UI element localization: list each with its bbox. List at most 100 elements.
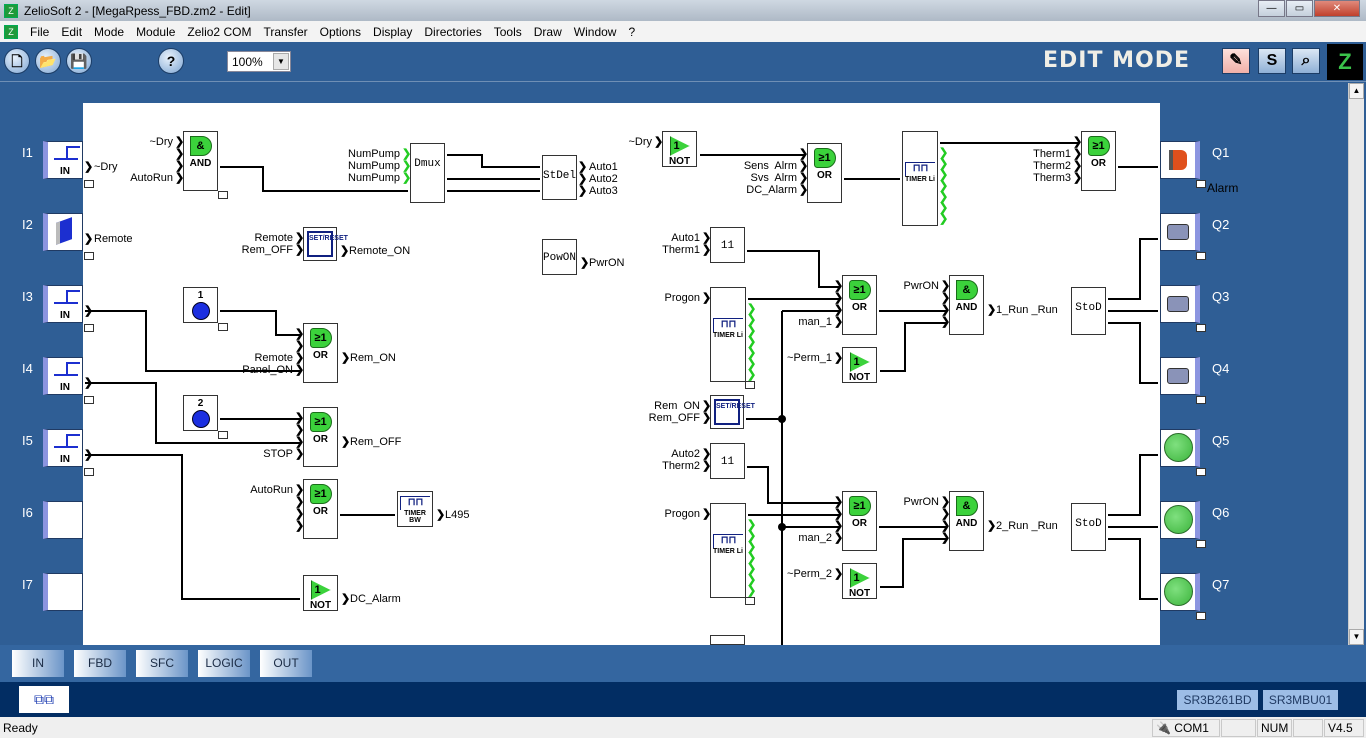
block-label: PowON <box>543 252 577 264</box>
block-number: 2 <box>197 398 204 409</box>
block-stod[interactable]: StoD <box>1071 287 1106 335</box>
input-label: AutoRun <box>250 484 293 496</box>
comment-icon[interactable] <box>218 191 228 199</box>
wire[interactable] <box>880 538 947 588</box>
input-pin-icon: ❯ <box>834 352 844 364</box>
output-pin-icon: ❯ <box>436 509 446 521</box>
output-pin-icon: ❯ <box>747 585 757 597</box>
block-type: TIMER Li <box>713 332 743 339</box>
block-not[interactable]: 1 NOT <box>303 575 338 611</box>
wire[interactable] <box>85 454 300 600</box>
output-label: L495 <box>445 509 470 521</box>
input-pin-icon: ❯ <box>702 508 712 520</box>
block-timer-bw[interactable]: ⊓⊓ TIMER BW <box>397 491 433 527</box>
block-timer-li[interactable]: ⊓⊓ TIMER Li <box>902 131 938 226</box>
input-pin-icon: ❯ <box>295 352 305 364</box>
input-pin-icon: ❯ <box>402 160 412 172</box>
block-stod[interactable]: StoD <box>1071 503 1106 551</box>
block-2[interactable]: 2 <box>183 395 218 431</box>
block-powon[interactable]: PowON <box>542 239 577 275</box>
output-pin-icon: ❯ <box>578 185 588 197</box>
output-pin-icon: ❯ <box>341 593 351 605</box>
gate-or-icon: ≥1 <box>309 328 332 348</box>
com-port-pane: 🔌 COM1 <box>1152 719 1220 737</box>
wire[interactable] <box>1108 238 1158 300</box>
block-and[interactable]: & AND <box>183 131 218 191</box>
block-or[interactable]: ≥1 OR <box>303 323 338 383</box>
input-pin-icon: ❯ <box>834 532 844 544</box>
block-label: Dmux <box>414 158 441 170</box>
wire[interactable] <box>447 154 540 168</box>
block-dmux[interactable]: Dmux <box>410 143 445 203</box>
tab-fbd[interactable]: FBD <box>74 650 126 677</box>
input-label: Therm2 <box>1033 160 1071 172</box>
wire[interactable] <box>220 310 300 336</box>
block-and[interactable]: & AND <box>949 491 984 551</box>
input-pin-icon: ❯ <box>834 496 844 508</box>
block-timer-li[interactable]: ⊓⊓ TIMER Li <box>710 503 746 598</box>
block-or[interactable]: ≥1 OR <box>1081 131 1116 191</box>
block-stdel[interactable]: StDel <box>542 155 577 200</box>
block-1[interactable]: 1 <box>183 287 218 323</box>
input-pin-icon: ❯ <box>941 304 951 316</box>
block-not[interactable]: 1 NOT <box>842 347 877 383</box>
tab-out[interactable]: OUT <box>260 650 312 677</box>
input-pin-icon: ❯ <box>702 412 712 424</box>
block-set-reset[interactable]: SET/RESET <box>303 227 348 261</box>
block-set-reset[interactable]: SET/RESET <box>710 395 755 429</box>
output-label: 1_Run _Run <box>996 304 1058 316</box>
input-label: PwrON <box>903 496 939 508</box>
comment-icon[interactable] <box>745 597 755 605</box>
output-pin-icon: ❯ <box>341 436 351 448</box>
input-pin-icon: ❯ <box>834 280 844 292</box>
output-label: 2_Run _Run <box>996 520 1058 532</box>
block-11[interactable]: 11 <box>710 443 745 479</box>
empty-pane <box>1221 719 1256 737</box>
comment-icon[interactable] <box>218 323 228 331</box>
input-pin-icon: ❯ <box>295 436 305 448</box>
block-type: OR <box>852 518 867 529</box>
input-label: Therm1 <box>1033 148 1071 160</box>
tab-sfc[interactable]: SFC <box>136 650 188 677</box>
block-not[interactable]: 1 NOT <box>842 563 877 599</box>
wire[interactable] <box>747 466 840 504</box>
tab-logic[interactable]: LOGIC <box>198 650 250 677</box>
wire[interactable] <box>880 322 947 372</box>
block-11[interactable]: 11 <box>710 227 745 263</box>
scroll-down-icon[interactable]: ▼ <box>1349 629 1364 645</box>
block-or[interactable]: ≥1 OR <box>842 275 877 335</box>
block-or[interactable]: ≥1 OR <box>303 479 338 539</box>
block-partial[interactable] <box>710 635 745 645</box>
input-pin-icon: ❯ <box>834 568 844 580</box>
status-bar: Ready 🔌 COM1 NUM V4.5 <box>0 717 1366 738</box>
comment-icon[interactable] <box>745 381 755 389</box>
block-label: 11 <box>720 456 735 468</box>
input-pin-icon: ❯ <box>654 136 664 148</box>
module-ref-extension[interactable]: SR3MBU01 <box>1263 690 1338 710</box>
block-or[interactable]: ≥1 OR <box>303 407 338 467</box>
set-reset-icon: SET/RESET <box>714 399 755 425</box>
comment-icon[interactable] <box>218 431 228 439</box>
tab-in[interactable]: IN <box>12 650 64 677</box>
wire[interactable] <box>1108 454 1158 516</box>
scroll-up-icon[interactable]: ▲ <box>1349 83 1364 99</box>
input-label: PwrON <box>903 280 939 292</box>
wire[interactable] <box>1108 322 1158 384</box>
input-label: ~Dry <box>628 136 652 148</box>
wire[interactable] <box>747 250 840 288</box>
input-pin-icon: ❯ <box>702 292 712 304</box>
module-ref-base[interactable]: SR3B261BD <box>1177 690 1258 710</box>
input-pin-icon: ❯ <box>702 400 712 412</box>
block-timer-li[interactable]: ⊓⊓ TIMER Li <box>710 287 746 382</box>
module-config-icon[interactable]: ⧉⧉ <box>19 686 69 713</box>
vertical-scrollbar[interactable]: ▲ ▼ <box>1348 83 1364 645</box>
input-pin-icon: ❯ <box>941 520 951 532</box>
input-label: Remote <box>254 352 293 364</box>
block-not[interactable]: 1 NOT <box>662 131 697 167</box>
block-and[interactable]: & AND <box>949 275 984 335</box>
input-pin-icon: ❯ <box>295 232 305 244</box>
wire[interactable] <box>1108 538 1158 600</box>
block-or[interactable]: ≥1 OR <box>842 491 877 551</box>
block-or[interactable]: ≥1 OR <box>807 143 842 203</box>
input-pin-icon: ❯ <box>702 244 712 256</box>
